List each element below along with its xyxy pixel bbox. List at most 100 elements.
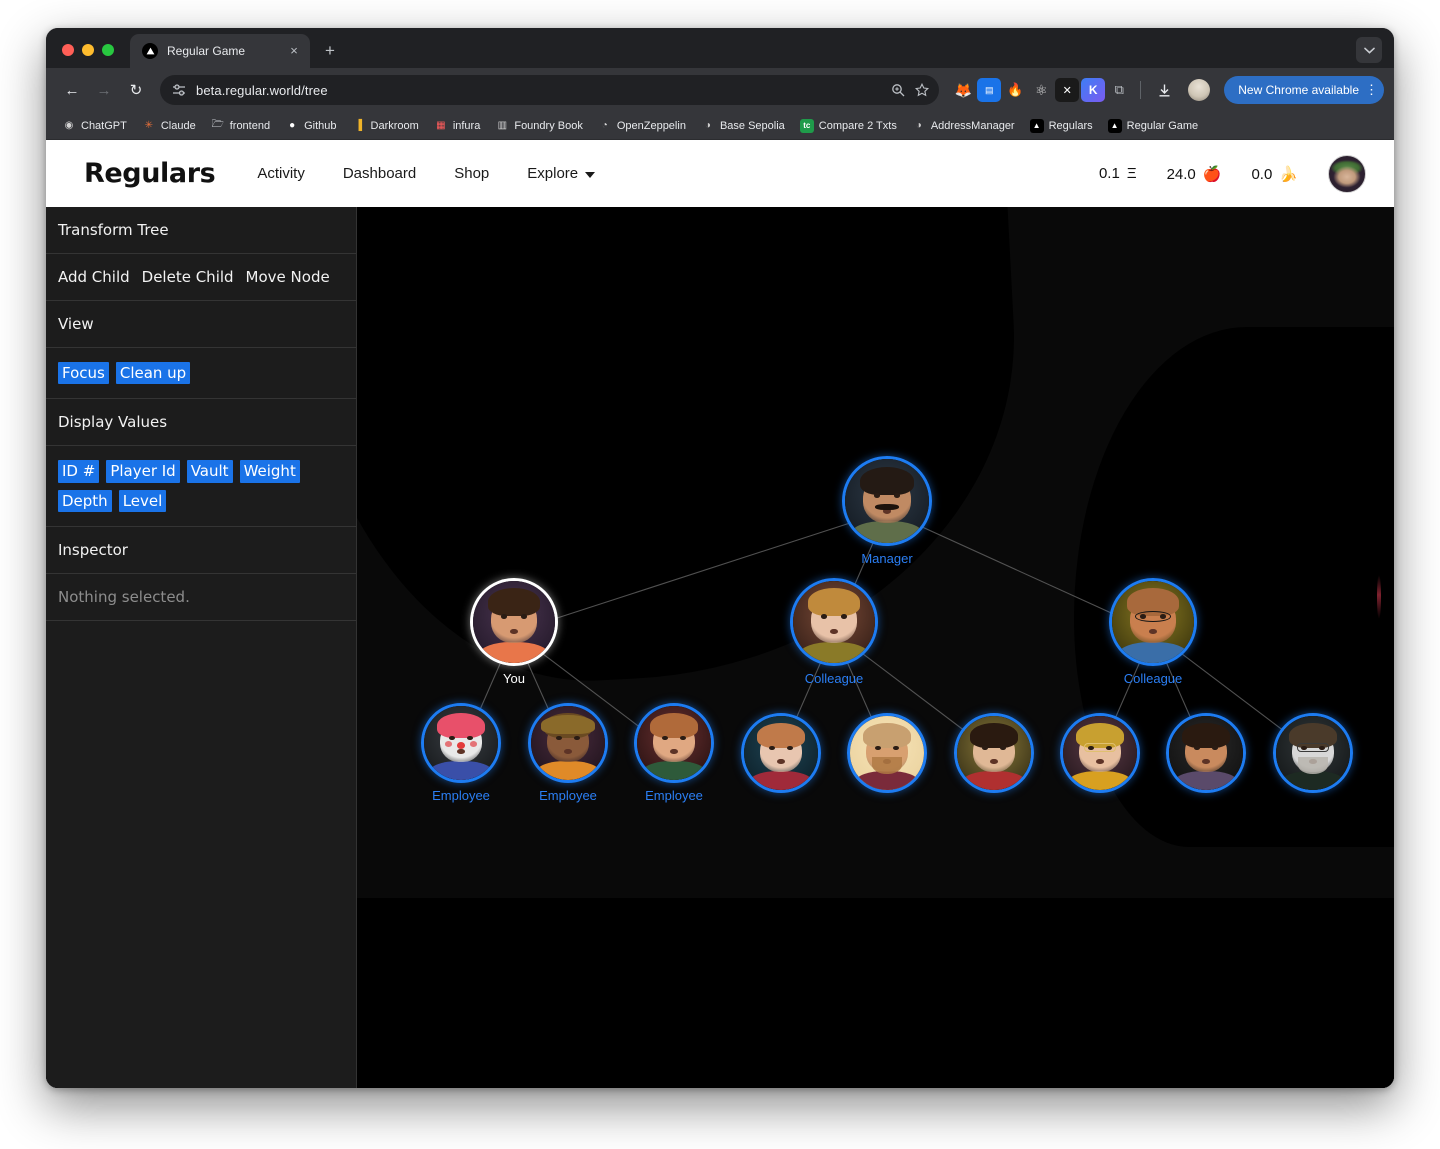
bookmark-label: Darkroom xyxy=(370,119,419,132)
maximize-window-button[interactable] xyxy=(102,44,114,56)
bookmark-item[interactable]: ◑ AddressManager xyxy=(906,116,1021,136)
nav-link-shop[interactable]: Shop xyxy=(454,165,489,182)
player-id-chip[interactable]: Player Id xyxy=(106,460,180,483)
node-label: You xyxy=(503,671,525,686)
apple-value: 24.0 xyxy=(1166,165,1196,183)
bookmark-item[interactable]: tc Compare 2 Txts xyxy=(794,116,903,136)
depth-chip[interactable]: Depth xyxy=(58,489,112,512)
close-tab-button[interactable]: × xyxy=(286,43,302,59)
bookmark-item[interactable]: ▥ Foundry Book xyxy=(489,116,588,136)
bookmark-item[interactable]: 🗁 frontend xyxy=(205,116,276,136)
node-avatar xyxy=(847,713,927,793)
node-avatar xyxy=(741,713,821,793)
x-extension-icon[interactable]: ✕ xyxy=(1055,78,1080,102)
bookmark-item[interactable]: ▲ Regulars xyxy=(1024,116,1099,136)
address-bar[interactable]: beta.regular.world/tree xyxy=(160,75,940,105)
bookmark-label: Foundry Book xyxy=(514,119,583,132)
new-tab-button[interactable]: + xyxy=(316,37,344,65)
tree-node-node-10[interactable] xyxy=(954,713,1034,793)
minimize-window-button[interactable] xyxy=(82,44,94,56)
browser-tab[interactable]: Regular Game × xyxy=(130,34,310,68)
star-icon[interactable] xyxy=(915,83,930,97)
tree-node-node-11[interactable] xyxy=(1060,713,1140,793)
close-window-button[interactable] xyxy=(62,44,74,56)
compare-2-txts-icon: tc xyxy=(799,118,814,133)
bookmark-item[interactable]: ◔ OpenZeppelin xyxy=(592,116,692,136)
canvas-empty-area xyxy=(357,898,1394,1088)
search-plus-icon[interactable] xyxy=(891,83,905,97)
bookmark-item[interactable]: ◑ Base Sepolia xyxy=(695,116,791,136)
tree-node-employee-1[interactable]: Employee xyxy=(421,703,501,803)
tune-icon[interactable] xyxy=(172,83,186,97)
blue-square-extension-icon[interactable]: ▤ xyxy=(977,78,1002,102)
nav-label: Activity xyxy=(257,165,305,182)
tree-node-node-9[interactable] xyxy=(847,713,927,793)
download-icon[interactable] xyxy=(1150,76,1178,104)
node-label: Employee xyxy=(645,788,703,803)
nav-link-dashboard[interactable]: Dashboard xyxy=(343,165,416,182)
node-avatar xyxy=(528,703,608,783)
eth-icon: Ξ xyxy=(1126,165,1137,182)
weight-chip[interactable]: Weight xyxy=(239,460,300,483)
bookmark-item[interactable]: ▲ Regular Game xyxy=(1102,116,1205,136)
apple-icon: 🍎 xyxy=(1202,165,1222,183)
tree-node-colleague-1[interactable]: Colleague xyxy=(790,578,878,686)
node-avatar xyxy=(634,703,714,783)
bookmark-label: OpenZeppelin xyxy=(616,119,686,132)
bookmark-item[interactable]: ▦ infura xyxy=(428,116,487,136)
vault-chip[interactable]: Vault xyxy=(186,460,233,483)
tree-node-employee-3[interactable]: Employee xyxy=(634,703,714,803)
url-text: beta.regular.world/tree xyxy=(196,82,328,98)
move-node-button[interactable]: Move Node xyxy=(246,268,330,286)
add-child-button[interactable]: Add Child xyxy=(58,268,130,286)
extension-icons: 🦊 ▤ 🔥 ⚛ ✕ K ⧉ xyxy=(949,78,1131,102)
bookmark-item[interactable]: ▐ Darkroom xyxy=(346,116,425,136)
node-label: Manager xyxy=(861,551,913,566)
new-chrome-available-button[interactable]: New Chrome available ⋮ xyxy=(1224,76,1384,104)
reload-button[interactable]: ↻ xyxy=(122,76,150,104)
regular-game-icon: ▲ xyxy=(1107,118,1122,133)
tree-node-colleague-2[interactable]: Colleague xyxy=(1109,578,1197,686)
tree-node-manager[interactable]: Manager xyxy=(842,456,932,566)
tree-node-node-13[interactable] xyxy=(1273,713,1353,793)
metamask-extension-icon[interactable]: 🦊 xyxy=(951,78,975,102)
tab-strip: Regular Game × + xyxy=(46,28,1394,68)
transform-actions: Add Child Delete Child Move Node xyxy=(46,254,356,301)
browser-menu-button[interactable]: ⋮ xyxy=(1365,83,1378,96)
banana-value: 0.0 xyxy=(1251,165,1273,183)
tree-node-you[interactable]: You xyxy=(470,578,558,686)
app-logo[interactable]: Regulars xyxy=(84,158,216,189)
bookmark-label: Regulars xyxy=(1048,119,1093,132)
extensions-puzzle-icon[interactable]: ⧉ xyxy=(1107,78,1131,102)
id-chip[interactable]: ID # xyxy=(58,460,100,483)
nav-label: Explore xyxy=(527,165,579,182)
tree-node-employee-2[interactable]: Employee xyxy=(528,703,608,803)
delete-child-button[interactable]: Delete Child xyxy=(142,268,234,286)
react-devtools-icon[interactable]: ⚛ xyxy=(1029,78,1053,102)
rabby-extension-icon[interactable]: 🔥 xyxy=(1003,78,1027,102)
tree-node-node-12[interactable] xyxy=(1166,713,1246,793)
banana-balance: 0.0 🍌 xyxy=(1251,165,1298,183)
nav-link-explore[interactable]: Explore xyxy=(527,165,596,182)
bookmark-item[interactable]: ◉ ChatGPT xyxy=(56,116,133,136)
level-chip[interactable]: Level xyxy=(118,489,167,512)
base-sepolia-icon: ◑ xyxy=(704,120,711,131)
tree-node-node-8[interactable] xyxy=(741,713,821,793)
chevron-down-icon[interactable] xyxy=(1356,37,1382,63)
forward-button[interactable]: → xyxy=(90,76,118,104)
user-avatar[interactable] xyxy=(1328,154,1366,193)
clean-up-chip[interactable]: Clean up xyxy=(115,362,191,385)
keplr-extension-icon[interactable]: K xyxy=(1081,78,1106,102)
profile-avatar[interactable] xyxy=(1188,79,1211,101)
bookmark-item[interactable]: ✳ Claude xyxy=(136,116,202,136)
chevron-down-icon xyxy=(585,171,596,178)
apple-balance: 24.0 🍎 xyxy=(1167,165,1222,183)
focus-chip[interactable]: Focus xyxy=(58,362,109,385)
app-body: Transform Tree Add Child Delete Child Mo… xyxy=(46,207,1394,1088)
tree-canvas[interactable]: Manager You Colleague Colleague Employee Empl… xyxy=(357,207,1394,1088)
bookmark-item[interactable]: ● Github xyxy=(279,116,342,136)
eth-value: 0.1 xyxy=(1098,165,1120,182)
panel-title-inspector: Inspector xyxy=(46,527,356,574)
back-button[interactable]: ← xyxy=(58,76,86,104)
nav-link-activity[interactable]: Activity xyxy=(257,165,305,182)
